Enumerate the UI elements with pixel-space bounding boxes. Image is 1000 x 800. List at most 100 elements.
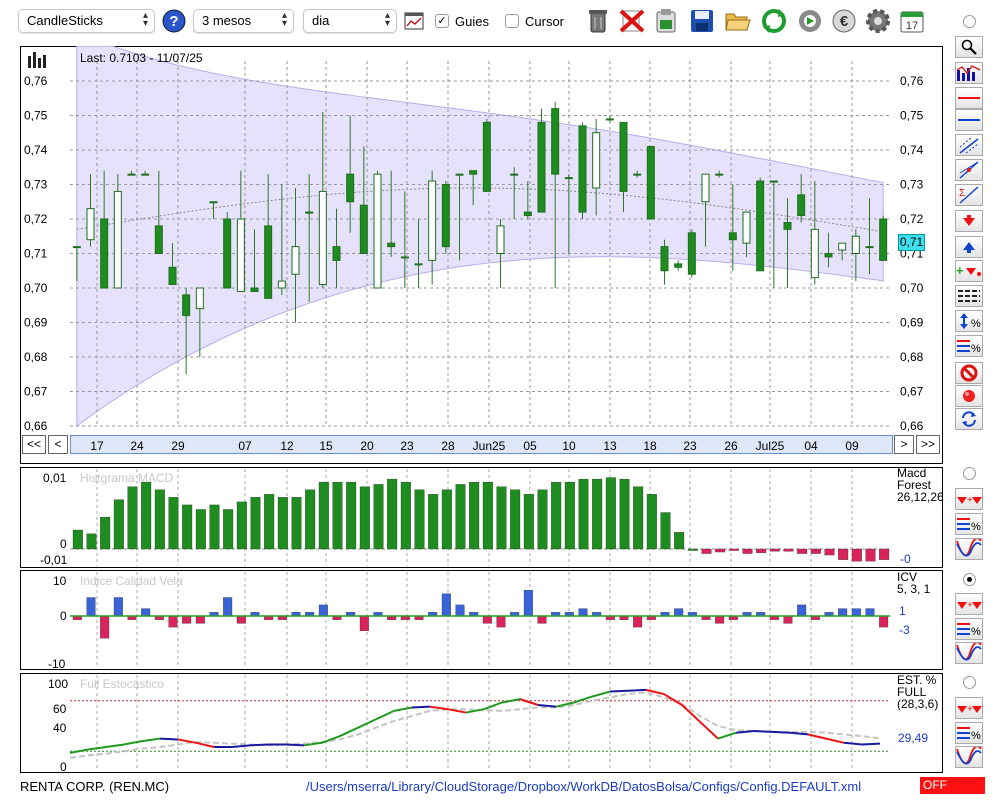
y-tick-label-right: 0,72 bbox=[900, 212, 924, 226]
config-path-link[interactable]: /Users/mserra/Library/CloudStorage/Dropb… bbox=[306, 779, 861, 794]
macd-bar bbox=[100, 516, 111, 550]
icv-bar bbox=[578, 608, 588, 617]
candle-body bbox=[633, 173, 642, 176]
period-value: 3 mesos bbox=[202, 13, 252, 28]
stoch-main-line bbox=[771, 730, 791, 734]
gear-icon[interactable] bbox=[864, 7, 892, 35]
macd-bar bbox=[783, 548, 794, 552]
macd-bar bbox=[168, 497, 179, 550]
macd-bar bbox=[291, 497, 302, 550]
macd-bar bbox=[496, 486, 507, 550]
x-tick-label: 09 bbox=[845, 439, 859, 453]
macd-bar bbox=[346, 481, 357, 550]
clipboard-icon[interactable] bbox=[652, 7, 680, 35]
horizontal-line-blue-icon[interactable] bbox=[955, 109, 983, 131]
macd-bar bbox=[810, 548, 821, 554]
save-disk-icon[interactable] bbox=[688, 7, 716, 35]
calendar-icon[interactable]: 17 bbox=[898, 7, 926, 35]
icv-bar bbox=[236, 615, 246, 624]
chart-window-icon[interactable] bbox=[400, 7, 428, 35]
horizontal-line-red-icon[interactable] bbox=[955, 87, 983, 109]
stoch-panel-radio[interactable] bbox=[963, 676, 976, 689]
prohibited-icon[interactable] bbox=[955, 362, 983, 384]
macd-signals-icon[interactable]: + bbox=[955, 488, 983, 510]
open-folder-icon[interactable] bbox=[724, 7, 752, 35]
macd-panel-radio[interactable] bbox=[963, 467, 976, 480]
icv-signals-icon[interactable]: + bbox=[955, 593, 983, 615]
vertical-percent-icon[interactable]: % bbox=[955, 310, 983, 332]
stoch-curve-icon[interactable] bbox=[955, 746, 983, 768]
chevron-updown-icon: ▴ ▾ bbox=[281, 10, 287, 29]
candle-body bbox=[182, 294, 191, 317]
candle-body bbox=[277, 280, 286, 289]
cursor-checkbox[interactable] bbox=[505, 14, 519, 28]
macd-bar bbox=[400, 481, 411, 550]
macd-curve-icon[interactable] bbox=[955, 538, 983, 560]
stoch-signals-icon[interactable]: + bbox=[955, 697, 983, 719]
candle-body bbox=[523, 211, 532, 217]
trash-icon[interactable] bbox=[584, 7, 612, 35]
status-badge[interactable]: OFF bbox=[920, 777, 985, 794]
stoch-main-line bbox=[87, 746, 107, 751]
last-price-label: Last: 0.7103 - 11/07/25 bbox=[80, 51, 203, 65]
lines-percent-icon[interactable]: % bbox=[955, 335, 983, 357]
candle-body bbox=[154, 225, 163, 254]
euro-icon[interactable]: € bbox=[830, 7, 858, 35]
help-icon[interactable]: ? bbox=[160, 7, 188, 35]
x-tick-label: Jun25 bbox=[473, 439, 506, 453]
macd-lines-percent-icon[interactable]: % bbox=[955, 513, 983, 535]
icv-y-tick: -10 bbox=[48, 657, 66, 671]
icv-lines-percent-icon[interactable]: % bbox=[955, 618, 983, 640]
stoch-lines-percent-icon[interactable]: % bbox=[955, 722, 983, 744]
macd-bar bbox=[578, 478, 589, 550]
sync-icon[interactable] bbox=[955, 408, 983, 430]
candle-body bbox=[332, 246, 341, 261]
icv-curve-icon[interactable] bbox=[955, 642, 983, 664]
icv-panel-radio[interactable] bbox=[963, 573, 976, 586]
candle-body bbox=[168, 266, 177, 286]
svg-text:%: % bbox=[971, 343, 981, 355]
y-tick-label-right: 0,67 bbox=[900, 385, 924, 399]
world-refresh-icon[interactable] bbox=[796, 7, 824, 35]
stoch-main-line bbox=[141, 737, 161, 743]
macd-y-tick: 0,01 bbox=[43, 471, 67, 485]
guides-checkbox[interactable]: ✓ bbox=[435, 14, 449, 28]
channel-tool-icon[interactable] bbox=[955, 134, 983, 156]
fibonacci-tool-icon[interactable]: Σ bbox=[955, 184, 983, 206]
macd-bar bbox=[646, 494, 657, 550]
interval-select[interactable]: dia ▴ ▾ bbox=[303, 9, 397, 33]
add-signal-icon[interactable]: + bbox=[955, 260, 983, 282]
y-tick-label-right: 0,75 bbox=[900, 109, 924, 123]
refresh-icon[interactable] bbox=[760, 7, 788, 35]
arrow-down-icon[interactable] bbox=[955, 210, 983, 232]
macd-legend: Macd Forest 26,12,26 bbox=[897, 467, 944, 503]
candle-body bbox=[346, 173, 355, 203]
macd-bar bbox=[441, 489, 452, 550]
stoch-main-line bbox=[537, 704, 557, 708]
macd-bar bbox=[660, 512, 671, 550]
delete-red-x-icon[interactable] bbox=[618, 7, 646, 35]
arrow-up-icon[interactable] bbox=[955, 236, 983, 258]
macd-bar bbox=[742, 548, 753, 554]
chart-view-icon[interactable] bbox=[955, 62, 983, 84]
macd-bar bbox=[277, 497, 288, 550]
list-lines-icon[interactable] bbox=[955, 285, 983, 307]
icv-bar bbox=[783, 615, 793, 624]
candle-body bbox=[359, 204, 368, 254]
zoom-icon[interactable] bbox=[955, 36, 983, 58]
x-tick-label: 26 bbox=[724, 439, 738, 453]
y-tick-label: 0,66 bbox=[24, 419, 48, 433]
macd-bar bbox=[223, 509, 234, 550]
candle-body bbox=[728, 232, 737, 241]
record-icon[interactable] bbox=[955, 385, 983, 407]
main-panel-radio[interactable] bbox=[963, 15, 976, 28]
candle-body bbox=[605, 118, 614, 121]
icv-y-tick: 0 bbox=[60, 609, 67, 623]
icv-bar bbox=[195, 615, 205, 624]
chart-type-select[interactable]: CandleSticks ▴ ▾ bbox=[18, 9, 155, 33]
macd-y-tick: -0,01 bbox=[40, 553, 68, 567]
period-select[interactable]: 3 mesos ▴ ▾ bbox=[193, 9, 294, 33]
trendline-tool-icon[interactable] bbox=[955, 159, 983, 181]
candle-body bbox=[469, 170, 478, 175]
stoch-main-line bbox=[159, 737, 179, 741]
